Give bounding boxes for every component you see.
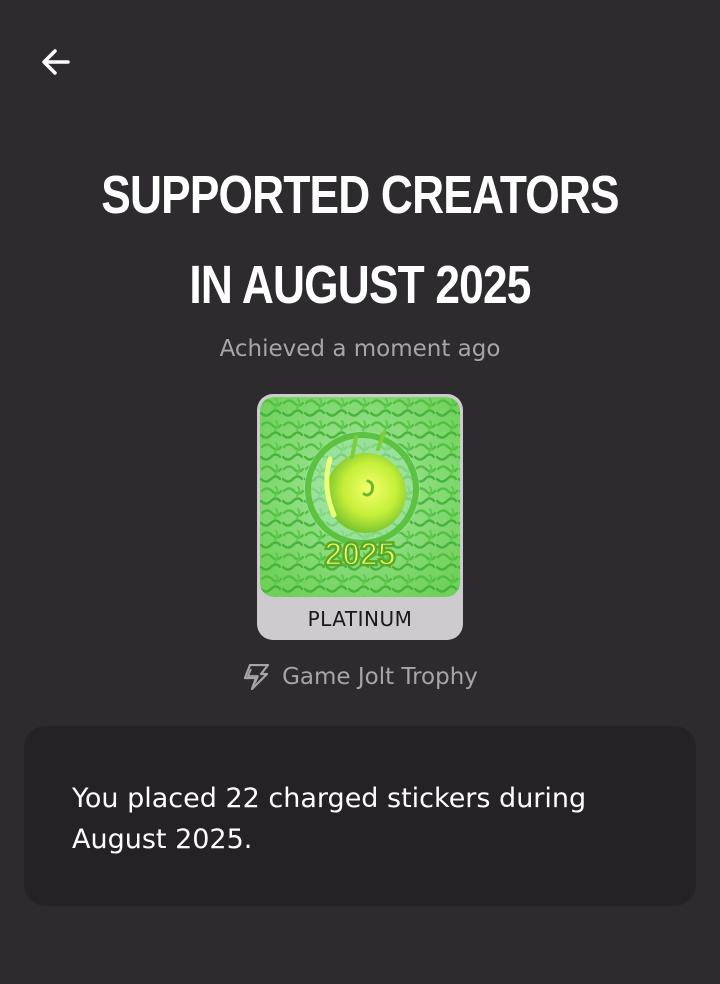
arrow-left-icon bbox=[42, 49, 70, 75]
trophy-badge-image: 2025 bbox=[260, 397, 460, 597]
trophy-badge-card: 2025 PLATINUM bbox=[257, 394, 463, 640]
trophy-description: You placed 22 charged stickers during Au… bbox=[72, 783, 587, 855]
trophy-title: Supported Creators in August 2025 bbox=[101, 165, 619, 315]
achieved-time: Achieved a moment ago bbox=[219, 336, 501, 362]
trophy-description-card: You placed 22 charged stickers during Au… bbox=[24, 726, 696, 906]
trophy-type-label: Game Jolt Trophy bbox=[282, 664, 478, 690]
back-button[interactable] bbox=[30, 36, 82, 88]
game-jolt-icon bbox=[243, 664, 270, 690]
trophy-detail-page: Supported Creators in August 2025 Achiev… bbox=[0, 0, 720, 984]
trophy-tier-label: PLATINUM bbox=[307, 607, 413, 631]
trophy-type-row: Game Jolt Trophy bbox=[0, 664, 720, 690]
badge-year: 2025 bbox=[324, 536, 395, 572]
